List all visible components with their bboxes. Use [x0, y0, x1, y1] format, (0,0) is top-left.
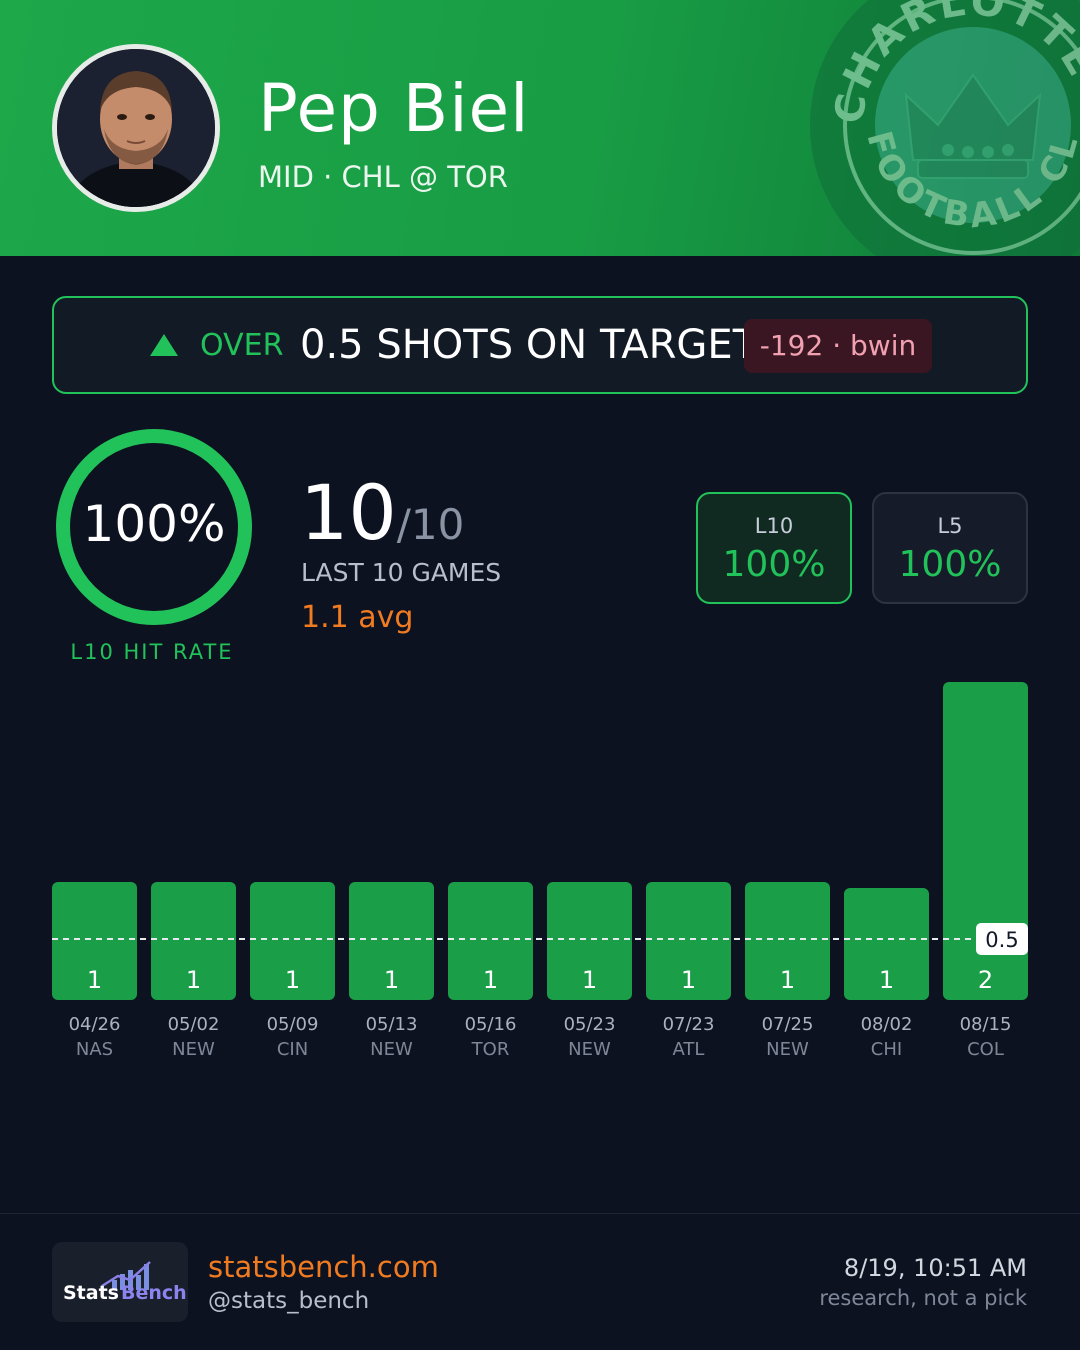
opponent-tick-label: CIN: [277, 1039, 308, 1060]
team-crest-logo: CHARLOTTE FOOTBALL CLUB: [808, 0, 1080, 256]
prop-line: 0.5 SHOTS ON TARGET: [300, 322, 758, 368]
bar-value-label: 1: [582, 966, 597, 994]
split-pill-l5[interactable]: L5 100%: [872, 492, 1028, 604]
bar-value-label: 1: [483, 966, 498, 994]
bar-value-label: 2: [978, 966, 993, 994]
date-tick-label: 08/02: [861, 1014, 913, 1035]
bar-value-label: 1: [879, 966, 894, 994]
record-count: 10/10: [300, 468, 464, 557]
split-label: L10: [754, 514, 794, 538]
bar-value-label: 1: [87, 966, 102, 994]
date-tick-label: 07/23: [663, 1014, 715, 1035]
date-tick-label: 05/23: [564, 1014, 616, 1035]
record-hits: 10: [300, 468, 397, 557]
statsbench-logo-mark: Stats Bench: [63, 1261, 187, 1304]
prop-side: OVER: [200, 328, 284, 363]
player-avatar: [52, 44, 220, 212]
opponent-tick-label: NEW: [568, 1039, 611, 1060]
opponent-tick-label: NEW: [766, 1039, 809, 1060]
footer-divider: [0, 1213, 1080, 1214]
hit-rate-value: 100%: [82, 495, 226, 553]
up-triangle-icon: [150, 334, 178, 356]
opponent-tick-label: CHI: [871, 1039, 902, 1060]
split-value: 100%: [898, 544, 1002, 585]
logo-text-bench: Bench: [121, 1282, 187, 1304]
average-value: 1.1 avg: [301, 600, 414, 635]
odds-badge: -192 · bwin: [744, 319, 932, 373]
bar-value-label: 1: [681, 966, 696, 994]
bar-value-label: 1: [186, 966, 201, 994]
statsbench-logo: Stats Bench: [52, 1242, 188, 1322]
split-value: 100%: [722, 544, 826, 585]
date-tick-label: 05/13: [366, 1014, 418, 1035]
game-log-bar-chart: 1 04/26 NAS 1 05/02 NEW 1 05/09 CIN 1 05/13 NEW 1 05/…: [52, 682, 1028, 1060]
header-banner: CHARLOTTE FOOTBALL CLUB Pep Biel MID · C…: [0, 0, 1080, 256]
player-meta: MID · CHL @ TOR: [258, 160, 508, 194]
date-tick-label: 04/26: [69, 1014, 121, 1035]
bar-value-label: 1: [780, 966, 795, 994]
date-tick-label: 05/02: [168, 1014, 220, 1035]
split-pill-l10[interactable]: L10 100%: [696, 492, 852, 604]
record-label: LAST 10 GAMES: [301, 558, 502, 587]
opponent-tick-label: COL: [967, 1039, 1004, 1060]
disclaimer: research, not a pick: [819, 1286, 1027, 1310]
record-total: /10: [396, 500, 465, 549]
threshold-label: 0.5: [985, 928, 1018, 952]
date-tick-label: 05/16: [465, 1014, 517, 1035]
date-tick-label: 08/15: [960, 1014, 1012, 1035]
opponent-tick-label: ATL: [673, 1039, 705, 1060]
opponent-tick-label: TOR: [471, 1039, 510, 1060]
bar-value-label: 1: [384, 966, 399, 994]
site-link[interactable]: statsbench.com: [208, 1250, 439, 1284]
date-tick-label: 05/09: [267, 1014, 319, 1035]
date-tick-label: 07/25: [762, 1014, 814, 1035]
player-name: Pep Biel: [258, 70, 530, 147]
logo-text-stats: Stats: [63, 1282, 119, 1304]
timestamp: 8/19, 10:51 AM: [843, 1254, 1027, 1282]
bar-value-label: 1: [285, 966, 300, 994]
prop-banner: OVER 0.5 SHOTS ON TARGET -192 · bwin: [52, 296, 1028, 394]
opponent-tick-label: NEW: [370, 1039, 413, 1060]
split-label: L5: [937, 514, 963, 538]
social-handle[interactable]: @stats_bench: [208, 1288, 369, 1314]
opponent-tick-label: NEW: [172, 1039, 215, 1060]
hit-rate-label: L10 HIT RATE: [70, 640, 234, 664]
opponent-tick-label: NAS: [76, 1039, 113, 1060]
player-headshot-icon: [57, 49, 215, 207]
